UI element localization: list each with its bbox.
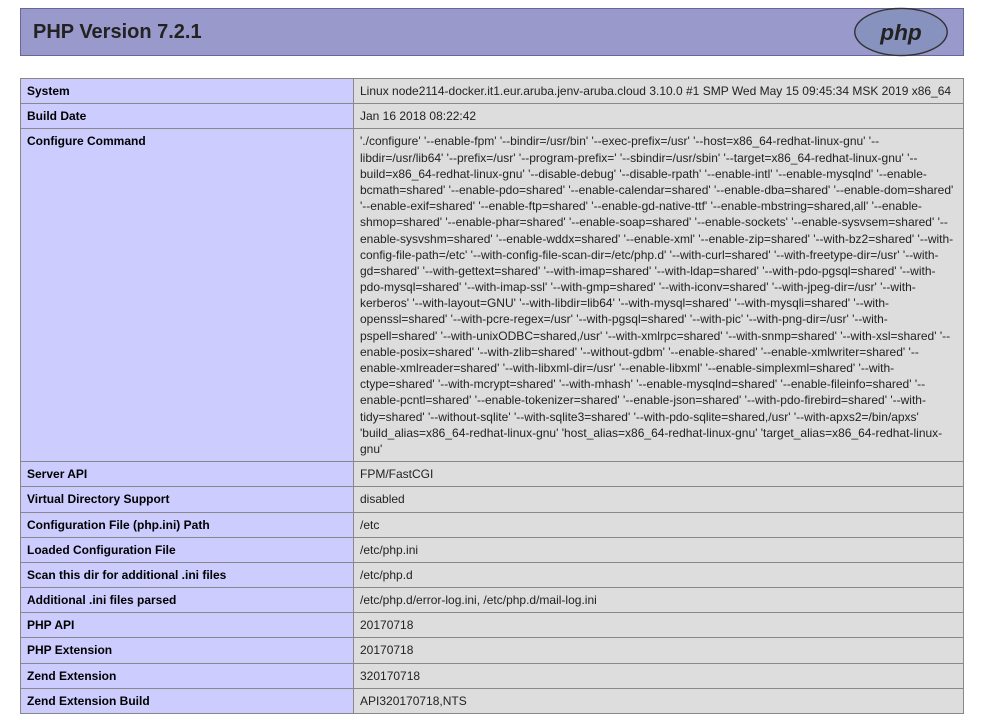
row-label: Virtual Directory Support	[21, 487, 354, 512]
phpinfo-table-body: System Linux node2114-docker.it1.eur.aru…	[21, 79, 964, 714]
row-label: Loaded Configuration File	[21, 537, 354, 562]
row-value: /etc/php.d/error-log.ini, /etc/php.d/mai…	[354, 588, 964, 613]
table-row: Virtual Directory Support disabled	[21, 487, 964, 512]
row-value: Jan 16 2018 08:22:42	[354, 104, 964, 129]
row-label: Zend Extension Build	[21, 688, 354, 713]
row-label: PHP API	[21, 613, 354, 638]
row-value: /etc	[354, 512, 964, 537]
row-value: disabled	[354, 487, 964, 512]
header-bar: PHP Version 7.2.1 php	[20, 8, 964, 56]
php-logo: php	[851, 8, 951, 56]
svg-text:php: php	[879, 20, 922, 45]
php-logo-icon: php	[851, 7, 951, 57]
table-row: PHP API 20170718	[21, 613, 964, 638]
phpinfo-table: System Linux node2114-docker.it1.eur.aru…	[20, 78, 964, 714]
row-label: System	[21, 79, 354, 104]
table-row: Zend Extension Build API320170718,NTS	[21, 688, 964, 713]
table-row: Configuration File (php.ini) Path /etc	[21, 512, 964, 537]
row-label: Configuration File (php.ini) Path	[21, 512, 354, 537]
row-value: API320170718,NTS	[354, 688, 964, 713]
row-label: Build Date	[21, 104, 354, 129]
table-row: Scan this dir for additional .ini files …	[21, 562, 964, 587]
row-value: 20170718	[354, 638, 964, 663]
row-label: Server API	[21, 462, 354, 487]
row-label: Zend Extension	[21, 663, 354, 688]
table-row: Loaded Configuration File /etc/php.ini	[21, 537, 964, 562]
row-value: './configure' '--enable-fpm' '--bindir=/…	[354, 129, 964, 462]
table-row: PHP Extension 20170718	[21, 638, 964, 663]
table-row: Build Date Jan 16 2018 08:22:42	[21, 104, 964, 129]
row-value: 320170718	[354, 663, 964, 688]
table-row: System Linux node2114-docker.it1.eur.aru…	[21, 79, 964, 104]
row-label: Scan this dir for additional .ini files	[21, 562, 354, 587]
row-label: PHP Extension	[21, 638, 354, 663]
table-row: Server API FPM/FastCGI	[21, 462, 964, 487]
table-row: Zend Extension 320170718	[21, 663, 964, 688]
row-value: Linux node2114-docker.it1.eur.aruba.jenv…	[354, 79, 964, 104]
table-row: Configure Command './configure' '--enabl…	[21, 129, 964, 462]
row-value: /etc/php.ini	[354, 537, 964, 562]
row-value: 20170718	[354, 613, 964, 638]
row-value: /etc/php.d	[354, 562, 964, 587]
phpinfo-page: PHP Version 7.2.1 php System Linux node2…	[20, 8, 964, 714]
table-row: Additional .ini files parsed /etc/php.d/…	[21, 588, 964, 613]
page-title: PHP Version 7.2.1	[33, 21, 202, 44]
row-value: FPM/FastCGI	[354, 462, 964, 487]
row-label: Additional .ini files parsed	[21, 588, 354, 613]
row-label: Configure Command	[21, 129, 354, 462]
